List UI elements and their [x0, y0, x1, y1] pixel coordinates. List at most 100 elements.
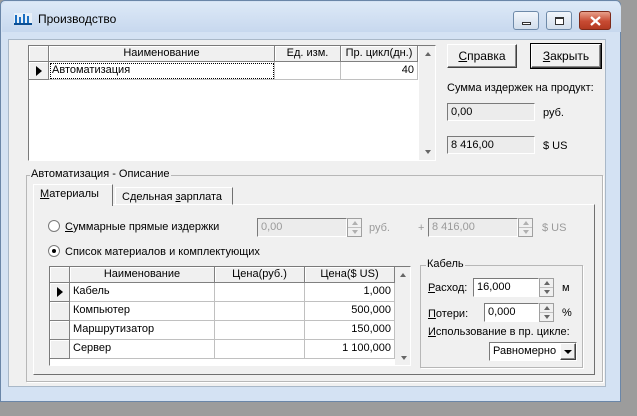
row-indicator[interactable] [50, 283, 70, 302]
consumption-spinner[interactable] [539, 278, 554, 297]
chevron-down-icon [564, 349, 572, 354]
usage-dropdown-button[interactable] [560, 343, 576, 360]
close-label: Закрыть [543, 49, 589, 63]
spin-down-icon[interactable] [348, 228, 361, 237]
table-row-price-rub[interactable] [215, 321, 305, 340]
spin-down-icon[interactable] [540, 313, 553, 322]
losses-label: Потери: [428, 308, 469, 320]
item-group-title: Кабель [426, 258, 465, 270]
col-header-cycle[interactable]: Пр. цикл(дн.) [341, 46, 418, 62]
help-label-rest: правка [467, 49, 506, 63]
close-window-button[interactable] [579, 11, 611, 30]
close-button[interactable]: Закрыть [530, 43, 602, 69]
table-row-unit[interactable] [275, 62, 341, 80]
col-header-unit[interactable]: Ед. изм. [275, 46, 341, 62]
cost-rub-field: 0,00 [447, 103, 535, 121]
help-mnemonic: С [458, 49, 468, 63]
col-header-price-rub[interactable]: Цена(руб.) [215, 267, 305, 283]
maximize-icon [554, 16, 564, 25]
production-window: Производство Наименование Ед. изм. Пр. ц… [0, 0, 621, 402]
grid-corner [50, 267, 70, 283]
grid-corner [29, 46, 49, 62]
row-indicator[interactable] [50, 321, 70, 340]
consumption-label: Расход: [428, 282, 468, 294]
radio-total-costs[interactable] [48, 220, 60, 232]
tab-materials[interactable]: Материалы [33, 184, 113, 206]
minimize-icon [521, 22, 531, 25]
cost-usd-unit: $ US [543, 140, 568, 152]
materials-grid[interactable]: Наименование Цена(руб.) Цена($ US) Кабел… [49, 266, 411, 366]
col-header-name[interactable]: Наименование [49, 46, 275, 62]
products-grid[interactable]: Наименование Ед. изм. Пр. цикл(дн.) Авто… [28, 45, 436, 161]
close-icon [589, 15, 601, 26]
table-row-name[interactable]: Маршрутизатор [70, 321, 215, 340]
client-area: Наименование Ед. изм. Пр. цикл(дн.) Авто… [8, 39, 606, 387]
spin-up-icon[interactable] [348, 219, 361, 228]
help-label: Справка [458, 49, 505, 63]
table-row-name[interactable]: Кабель [70, 283, 215, 302]
total-usd-spinner[interactable] [518, 218, 533, 237]
table-row-name[interactable]: Компьютер [70, 302, 215, 321]
cost-usd-field: 8 416,00 [447, 136, 535, 154]
usage-select[interactable]: Равномерно [489, 342, 577, 361]
spin-down-icon[interactable] [519, 228, 532, 237]
cost-rub-unit: руб. [543, 107, 564, 119]
maximize-button[interactable] [546, 11, 572, 30]
help-button[interactable]: Справка [447, 44, 517, 68]
scroll-down-arrow-icon[interactable] [420, 144, 436, 160]
table-row-price-rub[interactable] [215, 302, 305, 321]
losses-unit: % [562, 307, 572, 319]
table-row-price-usd[interactable]: 1,000 [305, 283, 395, 302]
total-usd-unit: $ US [542, 222, 567, 234]
row-indicator[interactable] [50, 302, 70, 321]
scroll-up-arrow-icon[interactable] [420, 46, 435, 62]
radio-materials-list[interactable] [48, 245, 60, 257]
table-row-price-usd[interactable]: 150,000 [305, 321, 395, 340]
spin-up-icon[interactable] [519, 219, 532, 228]
app-icon [14, 13, 32, 25]
losses-input[interactable]: 0,000 [484, 303, 539, 322]
table-row-name[interactable]: Автоматизация [49, 62, 275, 80]
current-row-arrow-icon [56, 287, 63, 297]
row-indicator[interactable] [29, 62, 49, 80]
current-row-arrow-icon [35, 66, 42, 76]
usage-selected-value: Равномерно [493, 345, 557, 357]
materials-grid-scrollbar[interactable] [395, 267, 410, 365]
window-title: Производство [38, 12, 117, 26]
table-row-price-usd[interactable]: 500,000 [305, 302, 395, 321]
table-row-price-rub[interactable] [215, 340, 305, 359]
table-row-price-usd[interactable]: 1 100,000 [305, 340, 395, 359]
table-row-price-rub[interactable] [215, 283, 305, 302]
radio-materials-list-label: Список материалов и комплектующих [65, 246, 260, 258]
table-row-name[interactable]: Сервер [70, 340, 215, 359]
tab-piecework-label: Сдельная зарплата [122, 191, 223, 203]
consumption-unit: м [562, 282, 570, 294]
cost-summary-label: Сумма издержек на продукт: [447, 82, 594, 94]
scroll-down-arrow-icon[interactable] [396, 350, 411, 365]
total-rub-input[interactable]: 0,00 [257, 218, 347, 237]
total-rub-spinner[interactable] [347, 218, 362, 237]
tab-piecework-salary[interactable]: Сдельная зарплата [115, 187, 233, 205]
col-header-material-name[interactable]: Наименование [70, 267, 215, 283]
losses-spinner[interactable] [539, 303, 554, 322]
row-indicator[interactable] [50, 340, 70, 359]
tab-materials-label: Материалы [40, 188, 99, 200]
radio-selected-dot [52, 249, 56, 253]
spin-down-icon[interactable] [540, 288, 553, 297]
col-header-price-usd[interactable]: Цена($ US) [305, 267, 395, 283]
usage-label: Использование в пр. цикле: [428, 326, 570, 338]
minimize-button[interactable] [513, 11, 539, 30]
scroll-up-arrow-icon[interactable] [396, 267, 410, 282]
spin-up-icon[interactable] [540, 279, 553, 288]
table-row-cycle[interactable]: 40 [341, 62, 418, 80]
spin-up-icon[interactable] [540, 304, 553, 313]
consumption-input[interactable]: 16,000 [473, 278, 539, 297]
title-bar[interactable]: Производство [2, 2, 621, 32]
description-group-title: Автоматизация - Описание [30, 168, 171, 180]
plus-sign: + [418, 222, 425, 234]
products-grid-scrollbar[interactable] [419, 46, 435, 160]
close-label-rest: акрыть [550, 49, 590, 63]
total-usd-input[interactable]: 8 416,00 [428, 218, 518, 237]
total-rub-unit: руб. [369, 222, 390, 234]
radio-total-costs-label: Суммарные прямые издержки [65, 221, 220, 233]
